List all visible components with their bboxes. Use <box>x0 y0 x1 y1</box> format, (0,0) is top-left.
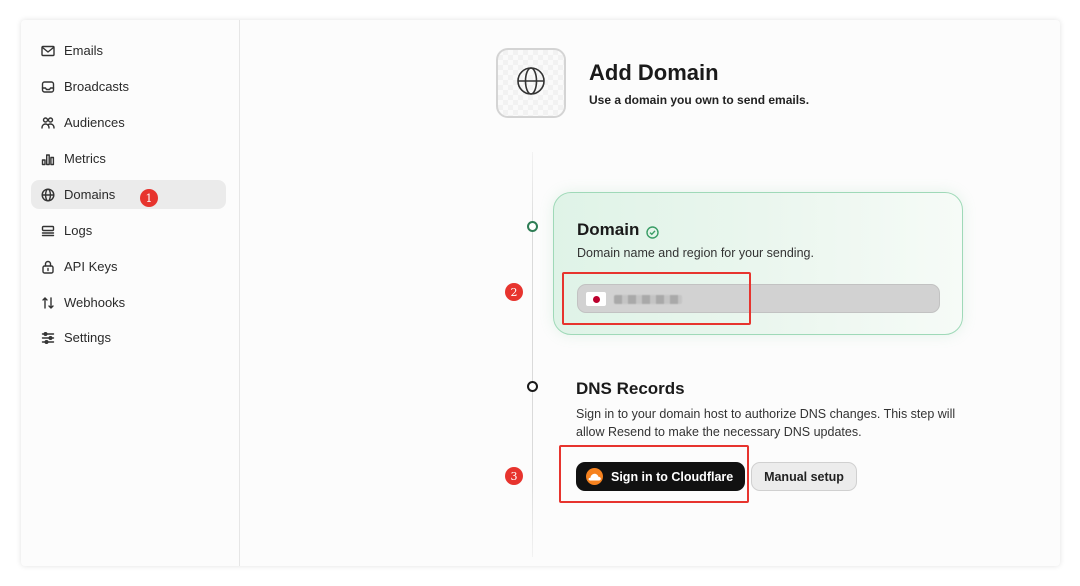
sidebar-item-label: Emails <box>64 43 104 58</box>
sidebar-item-webhooks[interactable]: Webhooks <box>31 288 226 317</box>
annotation-badge-3: 3 <box>505 467 523 485</box>
check-circle-icon <box>646 224 660 239</box>
sidebar-item-metrics[interactable]: Metrics <box>31 144 226 173</box>
annotation-badge-1: 1 <box>140 189 158 207</box>
domain-step-title-text: Domain <box>577 220 640 239</box>
domain-step-description: Domain name and region for your sending. <box>577 246 814 260</box>
logs-icon <box>41 224 55 238</box>
manual-setup-button[interactable]: Manual setup <box>751 462 857 491</box>
domain-step-title: Domain <box>577 220 660 240</box>
sidebar: Emails Broadcasts Audiences Metrics Doma… <box>21 20 240 566</box>
lock-icon <box>41 260 55 274</box>
globe-icon <box>515 65 547 102</box>
sidebar-item-settings[interactable]: Settings <box>31 323 226 352</box>
manual-setup-label: Manual setup <box>764 469 844 484</box>
sidebar-item-logs[interactable]: Logs <box>31 216 226 245</box>
page-subtitle: Use a domain you own to send emails. <box>589 93 810 107</box>
annotation-badge-2: 2 <box>505 283 523 301</box>
sidebar-item-label: Metrics <box>64 151 106 166</box>
sliders-icon <box>41 331 55 345</box>
sidebar-item-domains[interactable]: Domains <box>31 180 226 209</box>
sidebar-item-label: API Keys <box>64 259 118 274</box>
app-window: Emails Broadcasts Audiences Metrics Doma… <box>21 20 1060 566</box>
sidebar-item-label: Domains <box>64 187 116 202</box>
step-domain-indicator <box>527 221 538 232</box>
sidebar-item-broadcasts[interactable]: Broadcasts <box>31 72 226 101</box>
sidebar-item-emails[interactable]: Emails <box>31 36 226 65</box>
domain-logo <box>496 48 566 118</box>
annotation-box-cloudflare-button <box>559 445 749 503</box>
sidebar-item-label: Settings <box>64 330 111 345</box>
bar-chart-icon <box>41 152 55 166</box>
steps-timeline <box>532 152 533 557</box>
sidebar-item-label: Logs <box>64 223 93 238</box>
globe-icon <box>41 187 55 202</box>
webhook-icon <box>41 296 55 310</box>
sidebar-item-audiences[interactable]: Audiences <box>31 108 226 137</box>
dns-step-description: Sign in to your domain host to authorize… <box>576 407 956 439</box>
sidebar-item-label: Webhooks <box>64 295 126 310</box>
inbox-icon <box>41 80 55 94</box>
users-icon <box>41 116 55 130</box>
sidebar-item-api-keys[interactable]: API Keys <box>31 252 226 281</box>
sidebar-item-label: Audiences <box>64 115 125 130</box>
sidebar-item-label: Broadcasts <box>64 79 130 94</box>
annotation-box-domain-input <box>562 272 751 325</box>
step-dns-indicator <box>527 381 538 392</box>
mail-icon <box>41 44 55 58</box>
dns-step-title: DNS Records <box>576 379 685 398</box>
page-title: Add Domain <box>589 60 719 85</box>
